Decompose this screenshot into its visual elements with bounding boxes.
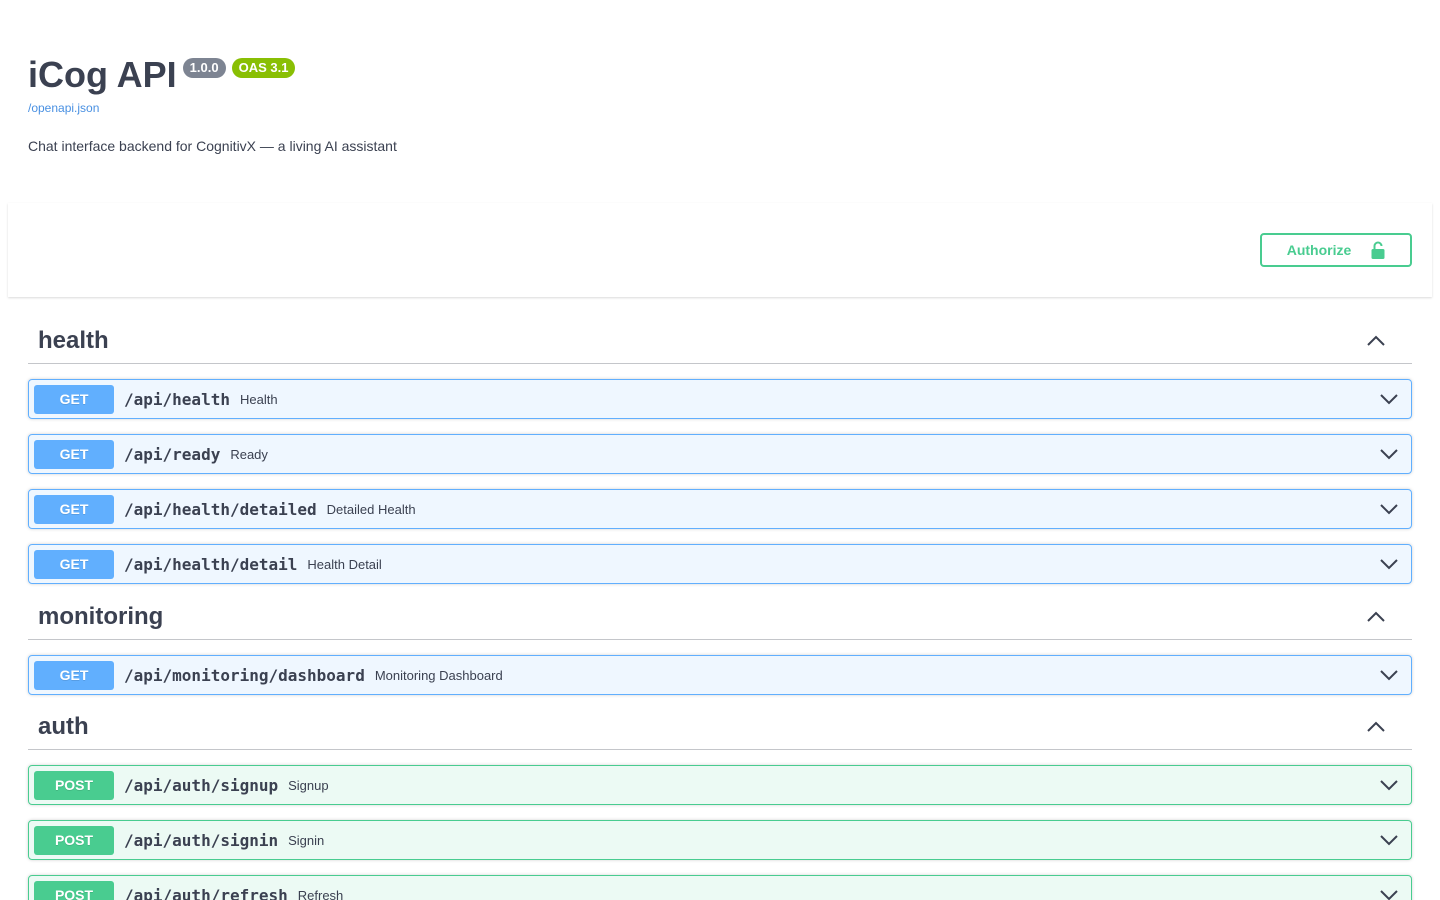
tag-name: auth [38, 712, 89, 740]
tag-section-auth: auth POST /api/auth/signup Signup POST /… [28, 704, 1412, 900]
chevron-down-icon[interactable] [1379, 389, 1399, 409]
authorize-button[interactable]: Authorize [1260, 233, 1412, 267]
operation-summary: Ready [230, 446, 268, 462]
operation-post-api-auth-signin[interactable]: POST /api/auth/signin Signin [28, 820, 1412, 860]
chevron-down-icon[interactable] [1379, 554, 1399, 574]
operation-path: /api/ready [124, 444, 221, 464]
method-badge: POST [34, 825, 114, 855]
oas-badge: OAS 3.1 [231, 58, 296, 78]
operation-get-api-ready[interactable]: GET /api/ready Ready [28, 434, 1412, 474]
operation-get-api-health-detailed[interactable]: GET /api/health/detailed Detailed Health [28, 489, 1412, 529]
operation-summary: Signin [288, 832, 325, 848]
operation-get-api-health[interactable]: GET /api/health Health [28, 379, 1412, 419]
operation-path: /api/health [124, 389, 230, 409]
chevron-down-icon[interactable] [1379, 665, 1399, 685]
method-badge: POST [34, 770, 114, 800]
chevron-down-icon[interactable] [1379, 499, 1399, 519]
operation-summary: Signup [288, 777, 329, 793]
chevron-up-icon[interactable] [1366, 717, 1386, 737]
operation-path: /api/auth/refresh [124, 885, 288, 900]
tag-name: monitoring [38, 602, 164, 630]
method-badge: GET [34, 494, 114, 524]
operation-summary: Monitoring Dashboard [374, 667, 503, 683]
authorize-label: Authorize [1286, 242, 1352, 258]
chevron-down-icon[interactable] [1379, 775, 1399, 795]
tag-section-health: health GET /api/health Health GET /api/r… [28, 318, 1412, 584]
tag-name: health [38, 326, 109, 354]
operation-path: /api/health/detail [124, 554, 298, 574]
api-description: Chat interface backend for CognitivX — a… [28, 138, 397, 154]
method-badge: GET [34, 384, 114, 414]
operation-post-api-auth-refresh[interactable]: POST /api/auth/refresh Refresh [28, 875, 1412, 900]
operation-get-api-monitoring-dashboard[interactable]: GET /api/monitoring/dashboard Monitoring… [28, 655, 1412, 695]
chevron-up-icon[interactable] [1366, 331, 1386, 351]
version-badge: 1.0.0 [182, 58, 226, 78]
tag-header-monitoring[interactable]: monitoring [28, 594, 1412, 640]
tag-header-auth[interactable]: auth [28, 704, 1412, 750]
api-info: iCog API 1.0.0 OAS 3.1 /openapi.json Cha… [28, 52, 1412, 155]
chevron-down-icon[interactable] [1379, 444, 1399, 464]
tag-section-monitoring: monitoring GET /api/monitoring/dashboard… [28, 594, 1412, 695]
scheme-container: Authorize [8, 203, 1432, 297]
operation-summary: Refresh [297, 887, 344, 900]
tag-header-health[interactable]: health [28, 318, 1412, 364]
operation-path: /api/auth/signin [124, 830, 279, 850]
operation-summary: Health Detail [307, 556, 382, 572]
operation-path: /api/auth/signup [124, 775, 279, 795]
method-badge: GET [34, 439, 114, 469]
method-badge: GET [34, 660, 114, 690]
unlocked-lock-icon [1371, 241, 1385, 259]
chevron-up-icon[interactable] [1366, 607, 1386, 627]
title-row: iCog API 1.0.0 OAS 3.1 [28, 52, 1412, 98]
chevron-down-icon[interactable] [1379, 830, 1399, 850]
method-badge: POST [34, 880, 114, 900]
method-badge: GET [34, 549, 114, 579]
operation-post-api-auth-signup[interactable]: POST /api/auth/signup Signup [28, 765, 1412, 805]
operation-path: /api/health/detailed [124, 499, 317, 519]
operation-get-api-health-detail[interactable]: GET /api/health/detail Health Detail [28, 544, 1412, 584]
operation-path: /api/monitoring/dashboard [124, 665, 365, 685]
chevron-down-icon[interactable] [1379, 885, 1399, 900]
operation-summary: Health [239, 391, 278, 407]
api-title: iCog API [28, 54, 177, 95]
operation-summary: Detailed Health [326, 501, 416, 517]
openapi-json-link[interactable]: /openapi.json [28, 101, 1412, 115]
